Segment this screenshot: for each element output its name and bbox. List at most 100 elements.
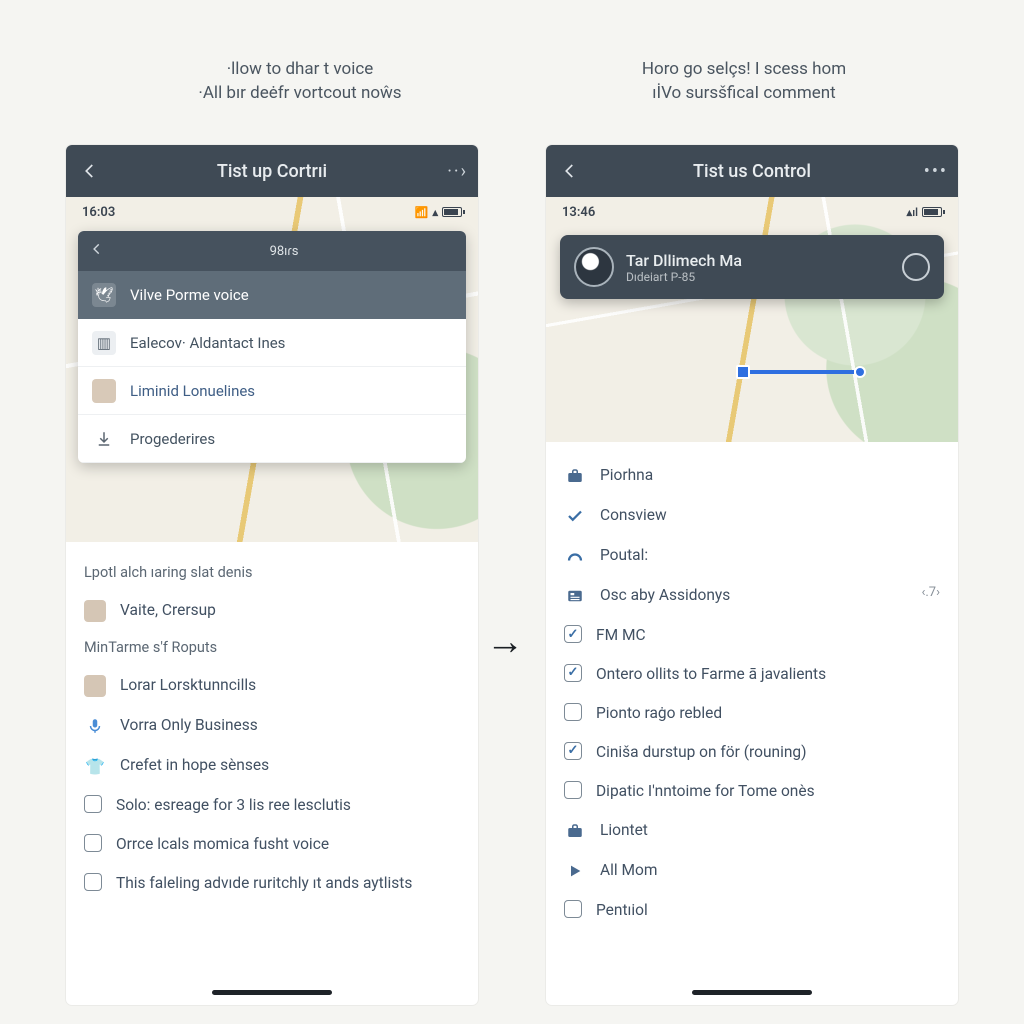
home-indicator[interactable]: [692, 990, 812, 995]
list-item[interactable]: Dipatic I'nntoime for Tome onès: [564, 772, 940, 811]
wifi-icon: [415, 206, 429, 219]
avatar-icon: [84, 600, 106, 622]
list-item[interactable]: Poutal:: [564, 536, 940, 576]
item-label: Poutal:: [600, 545, 940, 566]
section-2: MinTarme s'f Roputs: [84, 639, 460, 656]
status-bar: 13:46 ▴ıl: [546, 197, 958, 227]
outer-title: Tist us Control: [584, 161, 920, 182]
dropdown-back-button[interactable]: [90, 242, 114, 260]
dropdown-card: 98ıɾs 🕊 Vilve Porme voice ▥ Ealecov· Ald…: [78, 231, 466, 463]
dropdown-item-2[interactable]: Liminid Lonuelines: [78, 367, 466, 415]
item-label: Liontet: [600, 820, 940, 841]
signal-icon: ▴: [432, 206, 438, 219]
mic-icon: [84, 715, 106, 737]
status-time: 13:46: [562, 205, 595, 220]
outer-title: Tist up Cortrıi: [104, 161, 440, 182]
banner-subtitle: Dıdeiart P-85: [626, 270, 890, 284]
briefcase-icon: [564, 820, 586, 842]
list-item[interactable]: Liontet: [564, 811, 940, 851]
item-label: Pentıiol: [596, 900, 940, 921]
list-item[interactable]: All Mom: [564, 851, 940, 891]
dropdown-item-3[interactable]: Progederires: [78, 415, 466, 463]
banner-title: Tar Dllimech Ma: [626, 251, 890, 270]
more-button[interactable]: •••: [920, 161, 948, 182]
list-item[interactable]: Piorhna: [564, 456, 940, 496]
caption-right-line2: ıİVo sursšficaI comment: [564, 82, 924, 106]
battery-icon: [922, 207, 942, 217]
download-icon: [92, 427, 116, 451]
item-vorra[interactable]: Vorra Only Business: [84, 706, 460, 746]
caption-left-line1: ·llow to dhar t voice: [120, 58, 480, 82]
list-item[interactable]: Pionto raġo rebled: [564, 694, 940, 733]
avatar-icon: [92, 379, 116, 403]
item-crefet[interactable]: 👕 Crefet in hope sènses: [84, 746, 460, 786]
list-item[interactable]: Osc aby Assidonys‹.7›: [564, 576, 940, 616]
check-0[interactable]: Solo: esreage for 3 lis ree lesclutis: [84, 786, 460, 825]
dropdown-item-1[interactable]: ▥ Ealecov· Aldantact Ines: [78, 319, 466, 367]
avatar-icon: [84, 675, 106, 697]
caption-left-line2: ·All bır deėfr vortcout noŵs: [120, 82, 480, 106]
checkbox-icon[interactable]: [564, 664, 582, 682]
list-icon: ▥: [92, 331, 116, 355]
outer-titlebar-left: Tist up Cortrıi ··›: [66, 145, 478, 197]
back-button[interactable]: [76, 157, 104, 185]
item-label: Piorhna: [600, 465, 940, 486]
briefcase-icon: [564, 465, 586, 487]
list-item[interactable]: Ontero ollits to Farme ā javalients: [564, 655, 940, 694]
status-icons: ▴ıl: [907, 206, 942, 219]
item-vaite[interactable]: Vaite, Crersup: [84, 591, 460, 631]
play-icon: [564, 860, 586, 882]
phone-left: Tist up Cortrıi ··› 16:03 ▴ 98ıɾs 🕊 Vilv…: [66, 145, 478, 1005]
route-marker: [736, 367, 866, 377]
check-2[interactable]: This faleling advıde ruritchly ıt ands a…: [84, 864, 460, 903]
check-1[interactable]: Orrce lcals momica fusht voice: [84, 825, 460, 864]
caption-left: ·llow to dhar t voice ·All bır deėfr vor…: [120, 58, 480, 106]
list-item[interactable]: Pentıiol: [564, 891, 940, 930]
more-button[interactable]: ··›: [440, 161, 468, 182]
item-label: FM MC: [596, 625, 940, 646]
checkbox-icon[interactable]: [84, 873, 102, 891]
dropdown-item-0[interactable]: 🕊 Vilve Porme voice: [78, 271, 466, 319]
avatar-icon: [574, 247, 614, 287]
checkbox-icon[interactable]: [564, 703, 582, 721]
outer-titlebar-right: Tist us Control •••: [546, 145, 958, 197]
checkbox-icon[interactable]: [84, 834, 102, 852]
section-1: Lpotl alch ıaring slat denis: [84, 564, 460, 581]
status-time: 16:03: [82, 205, 115, 220]
list-item[interactable]: Ciniša durstup on för (rouning): [564, 733, 940, 772]
list-item[interactable]: FM MC: [564, 616, 940, 655]
item-label: Dipatic I'nntoime for Tome onès: [596, 781, 940, 802]
checkbox-icon[interactable]: [564, 742, 582, 760]
item-label: Ontero ollits to Farme ā javalients: [596, 664, 940, 685]
phone-right: Tist us Control ••• 13:46 ▴ıl Tar Dllime…: [546, 145, 958, 1005]
checkbox-icon[interactable]: [84, 795, 102, 813]
checkbox-icon[interactable]: [564, 625, 582, 643]
news-icon: [564, 585, 586, 607]
item-label: Pionto raġo rebled: [596, 703, 940, 724]
ring-icon[interactable]: [902, 253, 930, 281]
map-area-right[interactable]: 13:46 ▴ıl Tar Dllimech Ma Dıdeiart P-85: [546, 197, 958, 442]
list-left: Lpotl alch ıaring slat denis Vaite, Crer…: [66, 542, 478, 903]
status-icons: ▴: [415, 206, 462, 219]
item-lorar[interactable]: Lorar Lorsktunncills: [84, 666, 460, 706]
item-label: Ciniša durstup on för (rouning): [596, 742, 940, 763]
item-label: Consview: [600, 505, 940, 526]
dropdown-title: 98ıɾs: [114, 243, 454, 259]
checkbox-icon[interactable]: [564, 781, 582, 799]
home-indicator[interactable]: [212, 990, 332, 995]
arc-icon: [564, 545, 586, 567]
status-bar: 16:03 ▴: [66, 197, 478, 227]
list-right: Piorhna Consview Poutal: Osc aby Assidonys‹…: [546, 442, 958, 930]
list-item[interactable]: Consview: [564, 496, 940, 536]
checkbox-icon[interactable]: [564, 900, 582, 918]
caption-right-line1: Horo go selçs! I scess hom: [564, 58, 924, 82]
dropdown-header: 98ıɾs: [78, 231, 466, 271]
arrow-icon: →: [486, 620, 524, 664]
shirt-icon: 👕: [84, 755, 106, 777]
map-area-left[interactable]: 16:03 ▴ 98ıɾs 🕊 Vilve Porme voice ▥ Eale…: [66, 197, 478, 542]
caption-right: Horo go selçs! I scess hom ıİVo sursšfic…: [564, 58, 924, 106]
voice-icon: 🕊: [92, 283, 116, 307]
signal-icon: ▴ıl: [907, 206, 918, 219]
back-button[interactable]: [556, 157, 584, 185]
profile-banner[interactable]: Tar Dllimech Ma Dıdeiart P-85: [560, 235, 944, 299]
